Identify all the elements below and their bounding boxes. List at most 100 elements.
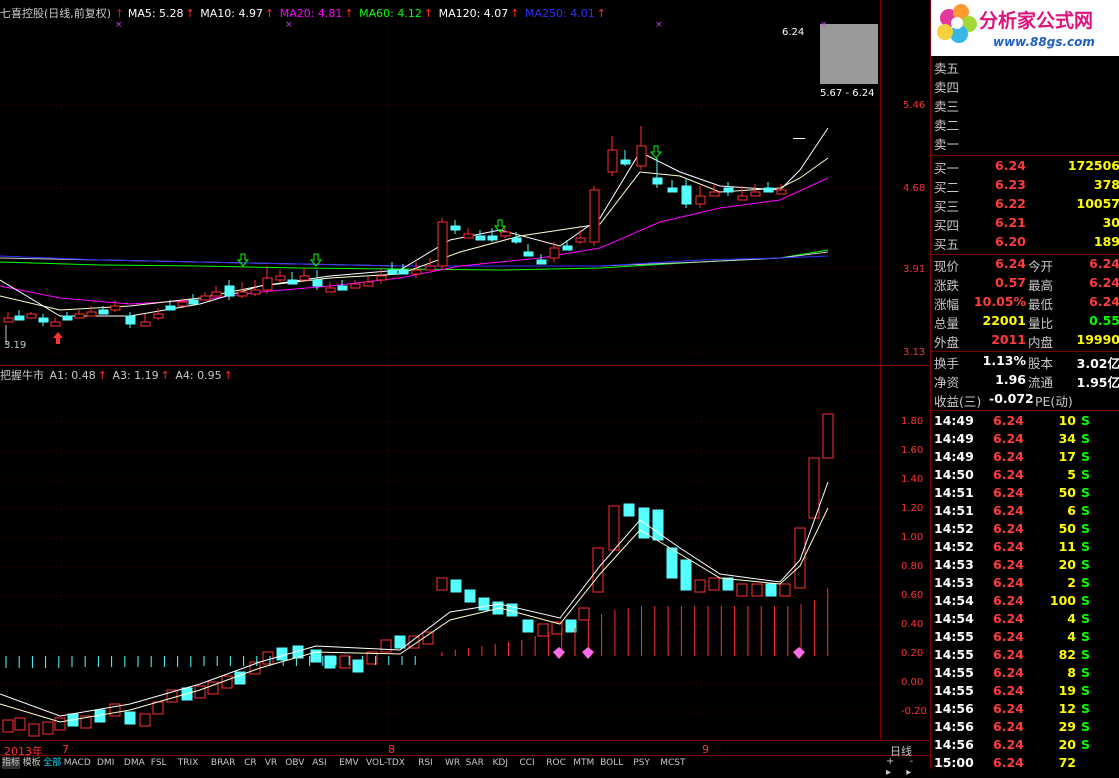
sub-candle bbox=[465, 590, 475, 602]
tick-price: 6.24 bbox=[993, 431, 1024, 446]
tick-row: 14:526.2450S bbox=[931, 520, 1119, 539]
tab-mcst[interactable]: MCST bbox=[660, 757, 685, 769]
tick-price: 6.24 bbox=[993, 557, 1024, 572]
bid-row: 买四6.2130 bbox=[931, 214, 1119, 233]
quote-value: 22001 bbox=[983, 313, 1027, 328]
tab-wr[interactable]: WR bbox=[445, 757, 460, 769]
bid-price: 6.24 bbox=[995, 158, 1026, 173]
site-logo: 分析家公式网 www.88gs.com bbox=[931, 0, 1119, 56]
fund-value: 1.95亿 bbox=[1077, 372, 1119, 391]
tick-time: 14:55 bbox=[934, 665, 974, 680]
quote-label: 涨跌 bbox=[934, 275, 959, 294]
tab-fsl[interactable]: FSL bbox=[151, 757, 167, 769]
tab-全部[interactable]: 全部 bbox=[43, 757, 61, 769]
quote-label: 量比 bbox=[1028, 313, 1053, 332]
tab-kdj[interactable]: KDJ bbox=[493, 757, 509, 769]
quote-value: 6.24 bbox=[1089, 256, 1119, 271]
candle-body bbox=[338, 286, 347, 290]
candle bbox=[764, 182, 773, 192]
tab-dma[interactable]: DMA bbox=[124, 757, 145, 769]
tab-psy[interactable]: PSY bbox=[633, 757, 650, 769]
candle bbox=[288, 272, 297, 284]
quote-label: 最高 bbox=[1028, 275, 1053, 294]
candle-body bbox=[141, 322, 150, 326]
logo-url[interactable]: www.88gs.com bbox=[993, 35, 1095, 49]
tab-模板[interactable]: 模板 bbox=[23, 757, 41, 769]
tab-vol-tdx[interactable]: VOL-TDX bbox=[366, 757, 405, 769]
sub-candle bbox=[609, 506, 619, 550]
candle-body bbox=[263, 278, 272, 290]
marker-x: × bbox=[820, 20, 828, 30]
tab-boll[interactable]: BOLL bbox=[600, 757, 623, 769]
candle bbox=[75, 310, 84, 318]
tab-指标[interactable]: 指标 bbox=[2, 757, 20, 769]
candle-body bbox=[751, 192, 760, 196]
tick-side: S bbox=[1081, 503, 1090, 518]
sub-candle bbox=[523, 620, 533, 632]
tab-macd[interactable]: MACD bbox=[64, 757, 91, 769]
tab-asi[interactable]: ASI bbox=[312, 757, 327, 769]
candle bbox=[276, 270, 285, 282]
tab-trix[interactable]: TRIX bbox=[178, 757, 199, 769]
tick-time: 14:51 bbox=[934, 485, 974, 500]
tick-time: 14:55 bbox=[934, 683, 974, 698]
tab-obv[interactable]: OBV bbox=[285, 757, 304, 769]
up-arrow-icon: ↑ bbox=[424, 7, 433, 20]
candle-body bbox=[111, 306, 120, 310]
tick-price: 6.24 bbox=[993, 413, 1024, 428]
sub-candle bbox=[695, 580, 705, 592]
chart-area[interactable]: × × × × 七喜控股(日线,前复权) 🡑 MA5: 5.28↑ MA10: … bbox=[0, 0, 930, 769]
candle-body bbox=[412, 270, 421, 274]
candle-body bbox=[512, 238, 521, 242]
tick-volume: 12 bbox=[1059, 701, 1076, 716]
tick-row: 14:526.2411S bbox=[931, 538, 1119, 557]
tab-rsi[interactable]: RSI bbox=[418, 757, 433, 769]
tab-vr[interactable]: VR bbox=[265, 757, 277, 769]
tab-brar[interactable]: BRAR bbox=[211, 757, 235, 769]
tick-time: 14:53 bbox=[934, 575, 974, 590]
tab-cci[interactable]: CCI bbox=[519, 757, 534, 769]
sub-grid bbox=[0, 422, 880, 712]
price-tick: 4.68 bbox=[903, 183, 925, 194]
sub-candle bbox=[263, 652, 273, 664]
tick-time: 14:56 bbox=[934, 701, 974, 716]
tick-volume: 4 bbox=[1067, 629, 1076, 644]
tick-volume: 19 bbox=[1059, 683, 1076, 698]
sub-candle bbox=[29, 724, 39, 736]
candle-body bbox=[488, 236, 497, 240]
diamond-icon bbox=[553, 647, 565, 659]
a4-label: A4: 0.95 bbox=[175, 369, 221, 382]
candle-body bbox=[126, 316, 135, 324]
tab-nav-icons[interactable]: + - ▸ ▸ bbox=[886, 756, 930, 778]
ask-row: 卖一 bbox=[931, 133, 1119, 152]
bid-price: 6.20 bbox=[995, 234, 1026, 249]
candle-body bbox=[313, 280, 322, 286]
up-arrow-icon: 🡑 bbox=[117, 7, 123, 20]
candle bbox=[87, 306, 96, 316]
up-arrow-icon: ↑ bbox=[597, 7, 606, 20]
bid-label: 买二 bbox=[934, 177, 959, 196]
candle-body bbox=[464, 234, 473, 238]
tab-dmi[interactable]: DMI bbox=[97, 757, 114, 769]
bid-volume: 189 bbox=[1094, 234, 1119, 249]
candle bbox=[154, 308, 163, 320]
tick-volume: 2 bbox=[1067, 575, 1076, 590]
fund-value: 1.13% bbox=[983, 353, 1026, 368]
tick-row: 14:566.2412S bbox=[931, 700, 1119, 719]
tab-emv[interactable]: EMV bbox=[339, 757, 359, 769]
tab-sar[interactable]: SAR bbox=[466, 757, 484, 769]
tab-roc[interactable]: ROC bbox=[546, 757, 566, 769]
tick-row: 14:496.2410S bbox=[931, 412, 1119, 431]
high-mark-dash bbox=[793, 138, 805, 139]
tick-time: 14:56 bbox=[934, 737, 974, 752]
tick-time: 14:53 bbox=[934, 557, 974, 572]
tick-volume: 17 bbox=[1059, 449, 1076, 464]
ask-label: 卖三 bbox=[934, 96, 959, 115]
tab-mtm[interactable]: MTM bbox=[573, 757, 594, 769]
sub-candle bbox=[195, 686, 205, 698]
quote-row: 涨幅10.05%最低6.24 bbox=[931, 293, 1119, 312]
tab-cr[interactable]: CR bbox=[244, 757, 257, 769]
pe-label: PE(动) bbox=[1035, 391, 1073, 410]
tick-volume: 50 bbox=[1059, 521, 1076, 536]
tick-volume: 50 bbox=[1059, 485, 1076, 500]
